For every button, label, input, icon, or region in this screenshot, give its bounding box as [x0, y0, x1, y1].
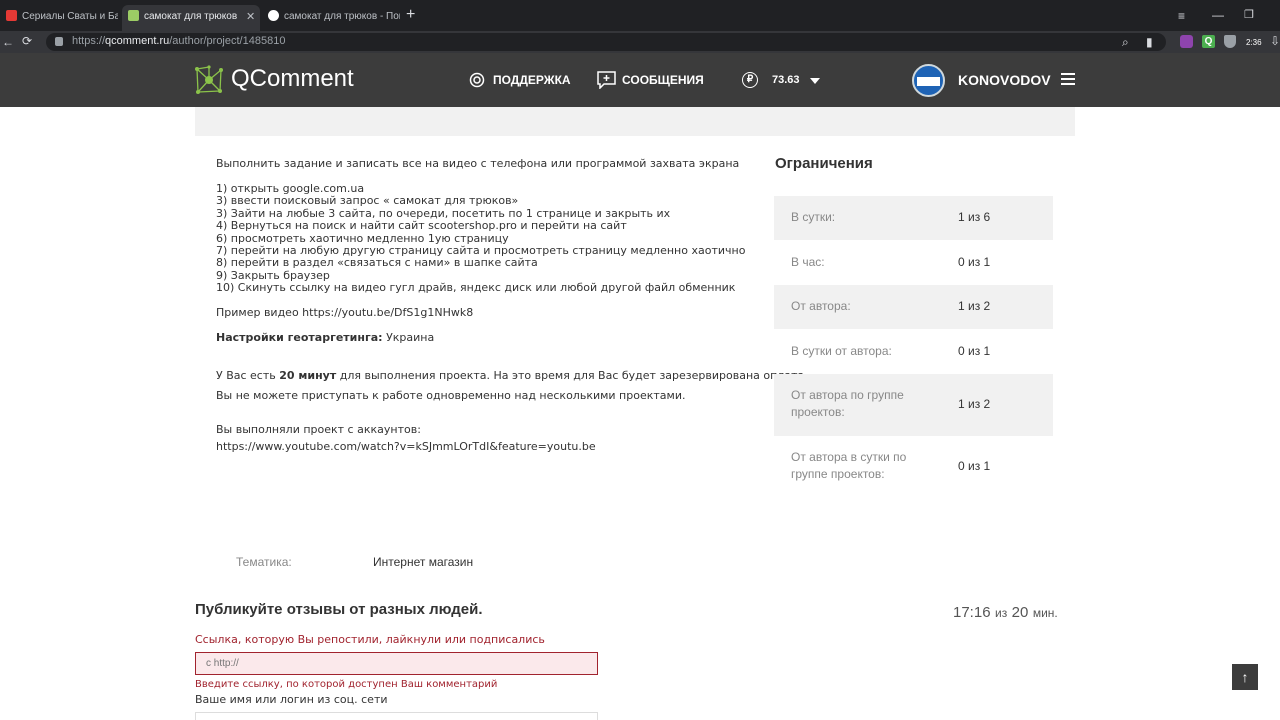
support-lifebuoy-icon[interactable] — [469, 72, 485, 88]
task-step: 3) ввести поисковый запрос « самокат для… — [216, 194, 519, 208]
limit-label: В сутки: — [791, 210, 836, 224]
limit-value: 0 из 1 — [958, 459, 991, 473]
geotargeting-label: Настройки геотаргетинга: — [216, 331, 383, 344]
lock-icon — [55, 37, 63, 46]
form-heading: Публикуйте отзывы от разных людей. — [195, 601, 483, 618]
google-favicon-icon — [268, 10, 279, 21]
download-icon[interactable]: ⇩ — [1270, 34, 1280, 48]
extension-feather-icon[interactable] — [1180, 35, 1193, 48]
topic-value: Интернет магазин — [373, 555, 474, 569]
task-intro: Выполнить задание и записать все на виде… — [216, 157, 740, 170]
restore-icon[interactable]: ❐ — [1244, 8, 1254, 22]
name-label: Ваше имя или логин из соц. сети — [195, 693, 388, 706]
close-tab-icon[interactable]: ✕ — [246, 5, 255, 29]
reload-icon[interactable]: ⟳ — [22, 34, 32, 48]
extension-clock[interactable]: 2:36 — [1246, 36, 1262, 50]
link-label: Ссылка, которую Вы репостили, лайкнули и… — [195, 633, 545, 646]
timer-value: 17:16 — [953, 604, 991, 621]
username-link[interactable]: KONOVODOV — [958, 72, 1051, 88]
limit-value: 1 из 2 — [958, 299, 991, 313]
limit-label: В час: — [791, 255, 825, 269]
messages-link[interactable]: СООБЩЕНИЯ — [622, 73, 704, 87]
site-header: QComment ПОДДЕРЖКА СООБЩЕНИЯ ₽ 73.63 KON… — [0, 53, 1280, 107]
tab-favicon-icon — [128, 10, 139, 21]
geotargeting-value: Украина — [386, 331, 435, 344]
example-video-text: Пример видео https://youtu.be/DfS1g1NHwk… — [216, 306, 474, 319]
hamburger-menu-icon[interactable] — [1061, 73, 1075, 85]
tab-2[interactable]: самокат для трюков ✕ — [122, 5, 260, 31]
topic-label: Тематика: — [236, 555, 292, 569]
tab-3[interactable]: самокат для трюков - Пои — [262, 5, 400, 31]
browser-tab-bar: Сериалы Сваты и Байки Мит самокат для тр… — [0, 0, 1280, 31]
timer: 17:16 из 20 мин. — [953, 604, 1058, 621]
url-field[interactable]: https://qcomment.ru/author/project/14858… — [46, 33, 1166, 51]
limit-row: В час: 0 из 1 — [774, 240, 1053, 285]
tab-favicon-icon — [6, 10, 17, 21]
menu-icon[interactable]: ≡ — [1178, 9, 1185, 23]
accounts-label: Вы выполняли проект с аккаунтов: — [216, 423, 421, 436]
url-text: https://qcomment.ru/author/project/14858… — [72, 35, 286, 47]
time-reserve-line: У Вас есть 20 минут для выполнения проек… — [216, 369, 808, 382]
tab-title: Сериалы Сваты и Байки Мит — [22, 11, 118, 22]
balance-dropdown-icon[interactable] — [810, 78, 820, 84]
browser-address-bar: ← ⟳ https://qcomment.ru/author/project/1… — [0, 31, 1280, 53]
tab-title: самокат для трюков — [144, 11, 238, 22]
minimize-icon[interactable]: — — [1212, 8, 1224, 22]
timer-total: 20 — [1011, 604, 1029, 621]
limit-value: 0 из 1 — [958, 344, 991, 358]
name-input[interactable] — [195, 712, 598, 720]
limit-value: 1 из 2 — [958, 397, 991, 411]
no-parallel-text: Вы не можете приступать к работе одновре… — [216, 389, 686, 402]
task-step: 4) Вернуться на поиск и найти сайт scoot… — [216, 219, 627, 233]
avatar[interactable] — [912, 64, 945, 97]
ruble-icon: ₽ — [742, 72, 758, 88]
limit-row: В сутки: 1 из 6 — [774, 196, 1053, 240]
link-input[interactable] — [195, 652, 598, 675]
task-steps: 1) открыть google.com.ua 3) ввести поиск… — [216, 182, 745, 295]
zoom-icon[interactable]: ⌕ — [1122, 35, 1129, 49]
balance-value[interactable]: 73.63 — [772, 74, 800, 86]
support-link[interactable]: ПОДДЕРЖКА — [493, 73, 571, 87]
extension-q-icon[interactable]: Q — [1202, 35, 1215, 48]
limit-label: В сутки от автора: — [791, 344, 892, 358]
scroll-to-top-button[interactable]: ↑ — [1232, 664, 1258, 690]
link-error: Введите ссылку, по которой доступен Ваш … — [195, 679, 498, 690]
accounts-value: https://www.youtube.com/watch?v=kSJmmLOr… — [216, 440, 596, 453]
site-logo-text[interactable]: QComment — [231, 65, 354, 93]
task-step: 8) перейти в раздел «связаться с нами» в… — [216, 256, 538, 270]
messages-icon[interactable] — [597, 71, 616, 90]
tab-title: самокат для трюков - Пои — [284, 11, 400, 22]
limit-value: 0 из 1 — [958, 255, 991, 269]
limit-label: От автора: — [791, 299, 851, 313]
limit-row: От автора в сутки по группе проектов: 0 … — [774, 436, 1053, 498]
bookmark-icon[interactable]: ▮ — [1146, 35, 1153, 49]
top-gray-bar — [195, 107, 1075, 136]
limit-label: От автора по группе проектов: — [791, 388, 904, 419]
limit-row: От автора по группе проектов: 1 из 2 — [774, 374, 1053, 436]
limit-row: От автора: 1 из 2 — [774, 285, 1053, 329]
geotargeting-line: Настройки геотаргетинга: Украина — [216, 331, 435, 344]
back-icon[interactable]: ← — [2, 35, 14, 49]
limits-title: Ограничения — [775, 155, 873, 172]
limit-label: От автора в сутки по группе проектов: — [791, 450, 907, 481]
tab-1[interactable]: Сериалы Сваты и Байки Мит — [0, 5, 118, 31]
task-step: 10) Скинуть ссылку на видео гугл драйв, … — [216, 281, 736, 295]
limit-value: 1 из 6 — [958, 210, 991, 224]
new-tab-icon[interactable]: + — [406, 7, 415, 23]
extension-shield-icon[interactable] — [1224, 35, 1236, 48]
limit-row: В сутки от автора: 0 из 1 — [774, 329, 1053, 374]
qcomment-logo-icon[interactable] — [194, 65, 224, 95]
